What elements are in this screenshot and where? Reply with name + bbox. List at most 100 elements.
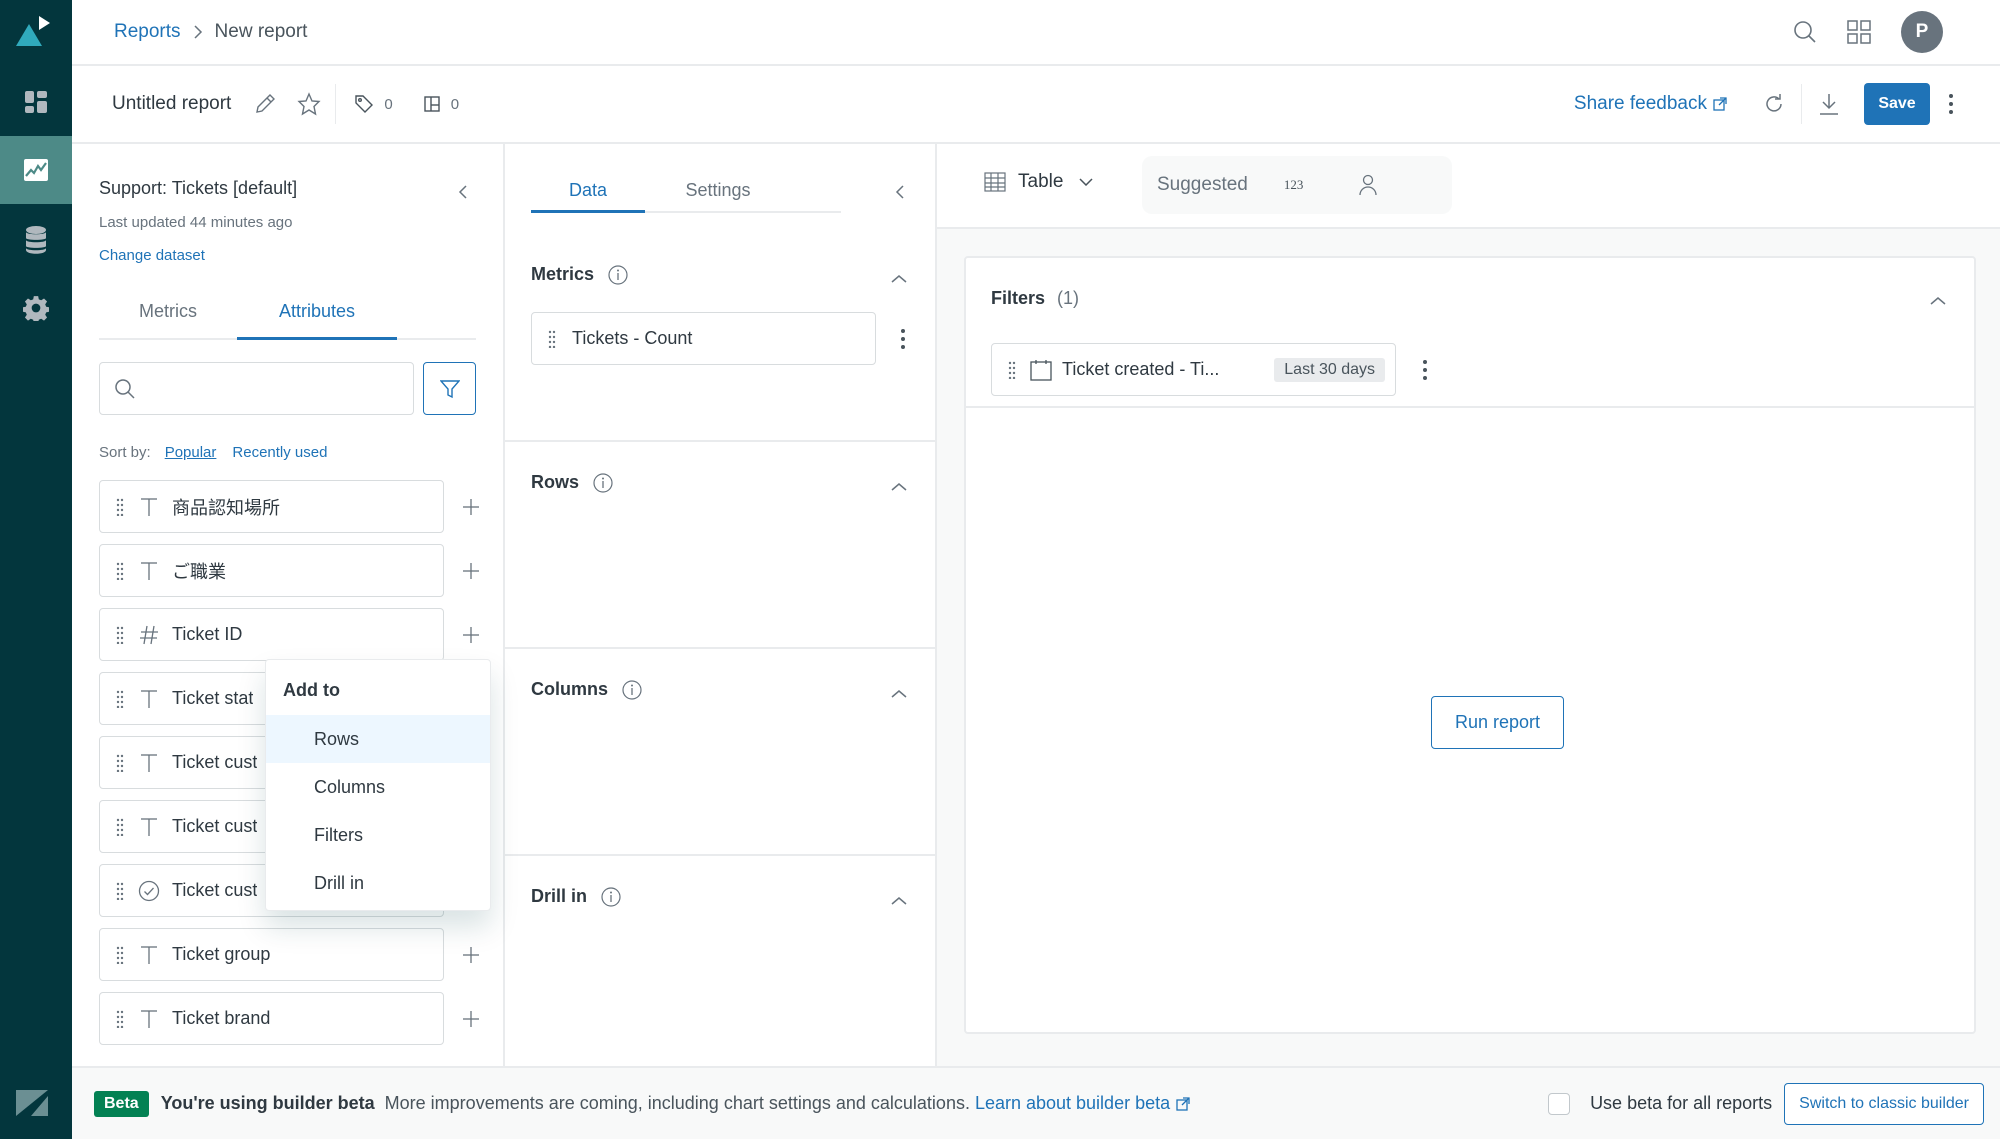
use-beta-checkbox[interactable] [1548,1092,1571,1115]
sort-by-row: Sort by: Popular Recently used [99,444,327,461]
drag-handle-icon[interactable] [116,562,124,580]
filter-options-icon[interactable] [1422,359,1428,381]
drag-handle-icon[interactable] [116,626,124,644]
menu-item-columns[interactable]: Columns [266,763,490,811]
switch-to-classic-builder-button[interactable]: Switch to classic builder [1784,1082,1984,1125]
toolbar-divider [335,84,337,124]
text-type-icon [138,689,160,709]
save-button[interactable]: Save [1864,83,1930,125]
columns-section-title: Columns [531,679,642,700]
refresh-icon[interactable] [1763,93,1785,115]
collapse-drill-in-chevron-icon[interactable] [891,896,907,906]
drag-handle-icon[interactable] [548,330,556,348]
info-icon[interactable] [622,679,642,700]
sort-popular-link[interactable]: Popular [165,444,217,461]
metric-item[interactable]: Tickets - Count [531,312,876,365]
search-icon[interactable] [1793,20,1817,44]
drag-handle-icon[interactable] [1008,361,1016,379]
beta-message: More improvements are coming, including … [384,1093,970,1113]
drag-handle-icon[interactable] [116,498,124,516]
person-visualization-icon[interactable] [1359,174,1378,196]
attribute-label: Ticket cust [172,880,258,900]
collapse-rows-chevron-icon[interactable] [891,482,907,492]
info-icon[interactable] [608,264,628,285]
drag-handle-icon[interactable] [116,754,124,772]
attribute-item[interactable]: Ticket ID [99,608,444,661]
attribute-item[interactable]: Ticket brand [99,992,444,1045]
tab-data[interactable]: Data [531,169,645,213]
add-attribute-plus-icon[interactable] [456,492,486,522]
number-visualization-icon[interactable]: 123 [1284,177,1304,193]
change-dataset-link[interactable]: Change dataset [99,247,205,264]
filter-chip[interactable]: Ticket created - Ti... Last 30 days [991,343,1396,396]
menu-item-drill-in[interactable]: Drill in [266,859,490,907]
attribute-label: Ticket ID [172,624,243,644]
drill-in-section-title: Drill in [531,886,621,907]
favorite-star-icon[interactable] [297,92,321,116]
add-attribute-plus-icon[interactable] [456,620,486,650]
collapse-filters-chevron-icon[interactable] [1930,296,1946,306]
sidebar-item-home[interactable] [0,68,72,136]
attribute-item[interactable]: 商品認知場所 [99,480,444,533]
filters-count: (1) [1057,288,1080,308]
collapse-metrics-chevron-icon[interactable] [891,274,907,284]
sidebar-item-reports[interactable] [0,136,72,204]
drag-handle-icon[interactable] [116,818,124,836]
drag-handle-icon[interactable] [116,690,124,708]
tab-attributes[interactable]: Attributes [237,284,397,340]
text-type-icon [138,945,160,965]
menu-item-filters[interactable]: Filters [266,811,490,859]
attribute-label: Ticket cust [172,816,258,836]
columns-section: Columns [505,647,935,854]
text-type-icon [138,561,160,581]
filters-title: Filters [991,288,1046,308]
run-report-button[interactable]: Run report [1431,696,1564,749]
tags-button[interactable]: 0 [354,94,393,114]
download-icon[interactable] [1818,92,1840,116]
menu-item-rows[interactable]: Rows [266,715,490,763]
zendesk-logo-icon[interactable] [14,1088,50,1118]
attribute-search-input[interactable] [146,379,386,398]
metric-options-icon[interactable] [900,328,906,350]
share-feedback-link[interactable]: Share feedback [1574,93,1727,115]
drag-handle-icon[interactable] [116,1010,124,1028]
product-logo-icon[interactable] [14,14,54,48]
tab-metrics[interactable]: Metrics [99,284,237,338]
dashboards-button[interactable]: 0 [423,95,459,113]
sort-recently-used-link[interactable]: Recently used [232,444,327,461]
more-options-icon[interactable] [1948,93,1954,115]
attribute-item[interactable]: Ticket group [99,928,444,981]
breadcrumb-current: New report [214,21,308,42]
user-avatar[interactable]: P [1901,11,1943,53]
use-beta-checkbox-label[interactable]: Use beta for all reports [1590,1093,1772,1114]
attribute-search-field[interactable] [99,362,414,415]
rows-section-title: Rows [531,472,613,493]
info-icon[interactable] [593,472,613,493]
visualization-type-select[interactable]: Table [984,171,1093,193]
collapse-builder-panel-icon[interactable] [895,184,905,200]
suggested-visualizations: Suggested 123 [1142,156,1452,214]
attribute-item[interactable]: ご職業 [99,544,444,597]
add-attribute-plus-icon[interactable] [456,1004,486,1034]
breadcrumb-reports-link[interactable]: Reports [114,21,181,43]
metrics-section-title: Metrics [531,264,628,285]
learn-about-beta-link[interactable]: Learn about builder beta [975,1093,1190,1114]
sidebar-item-admin[interactable] [0,274,72,342]
collapse-columns-chevron-icon[interactable] [891,689,907,699]
dataset-last-updated: Last updated 44 minutes ago [99,214,293,231]
add-attribute-plus-icon[interactable] [456,940,486,970]
attribute-filter-button[interactable] [423,362,476,415]
drag-handle-icon[interactable] [116,882,124,900]
metrics-section-label: Metrics [531,264,595,284]
edit-title-pencil-icon[interactable] [253,92,277,116]
collapse-dataset-panel-icon[interactable] [458,184,468,200]
tab-settings[interactable]: Settings [645,169,791,211]
add-attribute-plus-icon[interactable] [456,556,486,586]
rows-section-label: Rows [531,472,580,492]
sidebar-item-datasets[interactable] [0,206,72,274]
text-type-icon [138,497,160,517]
info-icon[interactable] [601,886,621,907]
text-type-icon [138,1009,160,1029]
drag-handle-icon[interactable] [116,946,124,964]
apps-grid-icon[interactable] [1847,20,1871,44]
